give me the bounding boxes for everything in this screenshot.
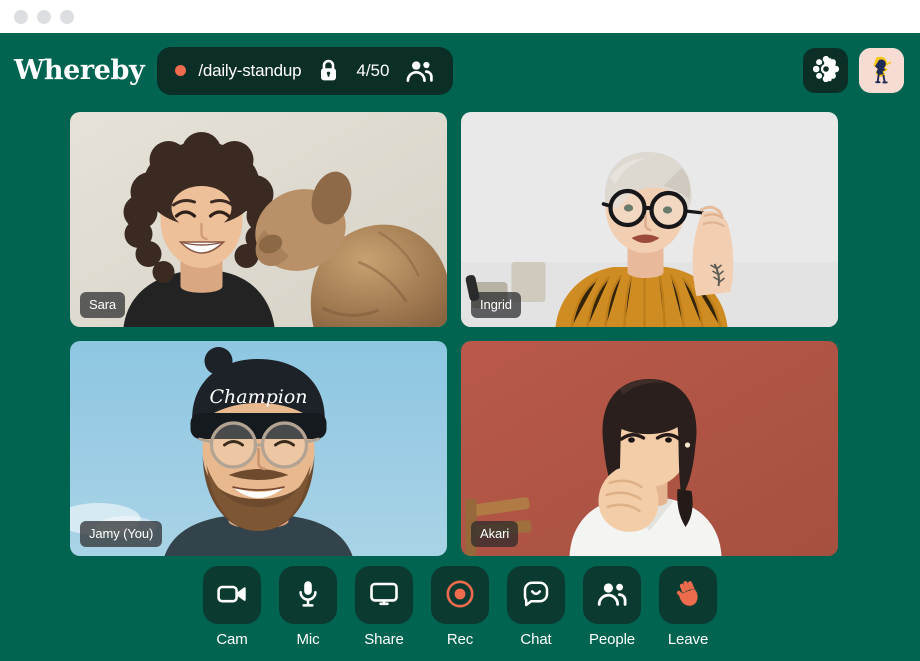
window-maximize-dot[interactable] [60, 9, 74, 24]
cam-button-surface [203, 566, 261, 624]
video-tile-jamy[interactable]: Champion Jamy (You) [70, 341, 447, 556]
rec-button-label: Rec [446, 631, 474, 648]
app-header: Whereby /daily-standup 4/50 [0, 33, 920, 108]
participant-count-label: 4/50 [356, 60, 390, 80]
app-body: Whereby /daily-standup 4/50 Sara Ingrid … [0, 33, 920, 661]
live-indicator-dot [175, 65, 187, 76]
video-tile-akari[interactable]: Akari [461, 341, 838, 556]
chat-button[interactable]: Chat [507, 566, 565, 647]
people-icon [406, 60, 434, 82]
share-button[interactable]: Share [355, 566, 413, 647]
mic-button[interactable]: Mic [279, 566, 337, 647]
app-window: Whereby /daily-standup 4/50 Sara Ingrid … [0, 0, 920, 661]
share-button-surface [355, 566, 413, 624]
settings-button[interactable] [803, 48, 848, 93]
leave-button[interactable]: Leave [659, 566, 717, 647]
people-icon [597, 582, 627, 609]
video-tile-sara[interactable]: Sara [70, 112, 447, 327]
gear-icon [812, 55, 839, 85]
record-icon [446, 580, 474, 611]
chat-button-label: Chat [520, 631, 552, 648]
participant-name-badge: Jamy (You) [80, 521, 163, 547]
waving-hand-icon [673, 579, 703, 612]
leave-button-surface [659, 566, 717, 624]
svg-text:Champion: Champion [209, 386, 307, 408]
people-button-surface [583, 566, 641, 624]
room-name-label: /daily-standup [198, 60, 302, 80]
leave-button-label: Leave [667, 631, 709, 648]
window-minimize-dot[interactable] [37, 9, 51, 24]
window-chrome-dots [14, 9, 74, 24]
participant-name-badge: Sara [80, 292, 126, 318]
mic-button-label: Mic [296, 631, 320, 648]
cam-button-label: Cam [216, 631, 248, 648]
window-titlebar [0, 0, 920, 33]
participant-name-badge: Akari [471, 521, 519, 547]
avatar [859, 48, 904, 93]
rec-button[interactable]: Rec [431, 566, 489, 647]
video-grid: Sara Ingrid Champion Jamy (You) Akari [0, 108, 920, 556]
cam-button[interactable]: Cam [203, 566, 261, 647]
rec-button-surface [431, 566, 489, 624]
mic-button-surface [279, 566, 337, 624]
room-info-chip[interactable]: /daily-standup 4/50 [157, 46, 454, 95]
video-camera-icon [217, 583, 247, 608]
share-button-label: Share [364, 631, 404, 648]
window-close-dot[interactable] [14, 9, 28, 24]
screen-share-icon [370, 582, 398, 609]
user-avatar-button[interactable] [859, 48, 904, 93]
video-tile-ingrid[interactable]: Ingrid [461, 112, 838, 327]
chat-button-surface [507, 566, 565, 624]
call-controls-toolbar: Cam Mic Share Rec Chat People Leave [0, 556, 920, 661]
whereby-logo: Whereby [14, 55, 145, 86]
participant-name-badge: Ingrid [471, 292, 521, 318]
video-stream-sara [70, 112, 447, 327]
header-right-controls [803, 48, 904, 93]
people-button-label: People [588, 631, 636, 648]
people-button[interactable]: People [583, 566, 641, 647]
chat-bubble-icon [522, 581, 550, 610]
lock-icon [318, 59, 339, 82]
microphone-icon [297, 580, 319, 610]
